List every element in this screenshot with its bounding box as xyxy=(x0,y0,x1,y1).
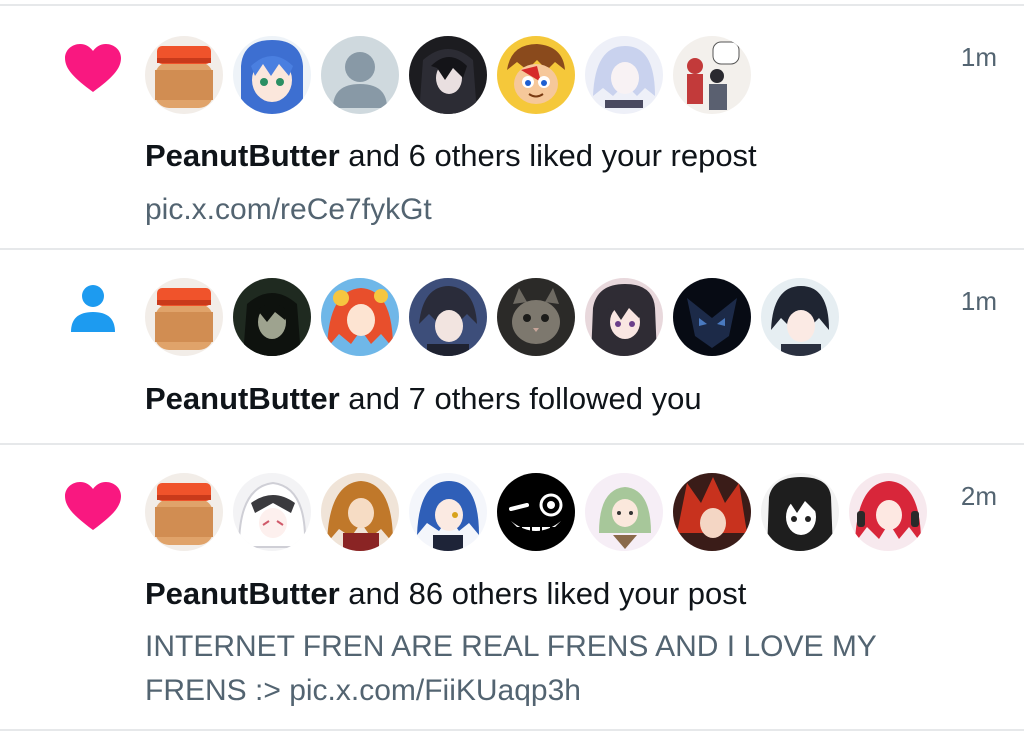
summary-text: and 7 others followed you xyxy=(348,381,702,416)
avatar[interactable] xyxy=(585,36,663,114)
actor-name[interactable]: PeanutButter xyxy=(145,381,340,416)
avatar-row xyxy=(145,278,839,356)
avatar[interactable] xyxy=(409,278,487,356)
timestamp: 1m xyxy=(960,42,997,72)
avatar[interactable] xyxy=(321,36,399,114)
heart-icon xyxy=(64,482,122,537)
summary-text: and 6 others liked your repost xyxy=(348,138,757,173)
avatar-row xyxy=(145,36,751,114)
avatar[interactable] xyxy=(145,36,223,114)
avatar[interactable] xyxy=(233,473,311,551)
avatar[interactable] xyxy=(233,36,311,114)
notification-item[interactable]: 2m PeanutButter and 86 others liked your… xyxy=(0,445,1024,725)
notification-summary: PeanutButter and 6 others liked your rep… xyxy=(145,136,757,176)
actor-name[interactable]: PeanutButter xyxy=(145,138,340,173)
avatar[interactable] xyxy=(849,473,927,551)
avatar[interactable] xyxy=(321,473,399,551)
avatar-row xyxy=(145,473,927,551)
heart-icon xyxy=(64,44,122,99)
avatar[interactable] xyxy=(497,473,575,551)
divider xyxy=(0,729,1024,731)
avatar[interactable] xyxy=(585,278,663,356)
avatar[interactable] xyxy=(497,36,575,114)
avatar[interactable] xyxy=(145,278,223,356)
notification-item[interactable]: 1m PeanutButter and 6 others liked your … xyxy=(0,6,1024,248)
avatar[interactable] xyxy=(409,473,487,551)
avatar[interactable] xyxy=(673,473,751,551)
avatar[interactable] xyxy=(673,36,751,114)
avatar[interactable] xyxy=(409,36,487,114)
actor-name[interactable]: PeanutButter xyxy=(145,576,340,611)
avatar[interactable] xyxy=(233,278,311,356)
notifications-feed: 1m PeanutButter and 6 others liked your … xyxy=(0,0,1024,733)
post-preview[interactable]: INTERNET FREN ARE REAL FRENS AND I LOVE … xyxy=(145,625,965,713)
timestamp: 1m xyxy=(960,286,997,316)
notification-item[interactable]: 1m PeanutButter and 7 others followed yo… xyxy=(0,250,1024,443)
post-preview[interactable]: pic.x.com/reCe7fykGt xyxy=(145,188,965,232)
person-icon xyxy=(70,284,116,339)
timestamp: 2m xyxy=(960,481,997,511)
summary-text: and 86 others liked your post xyxy=(348,576,747,611)
avatar[interactable] xyxy=(673,278,751,356)
avatar[interactable] xyxy=(761,278,839,356)
notification-summary: PeanutButter and 7 others followed you xyxy=(145,379,702,419)
avatar[interactable] xyxy=(321,278,399,356)
avatar[interactable] xyxy=(761,473,839,551)
avatar[interactable] xyxy=(145,473,223,551)
avatar[interactable] xyxy=(585,473,663,551)
avatar[interactable] xyxy=(497,278,575,356)
notification-summary: PeanutButter and 86 others liked your po… xyxy=(145,574,746,614)
